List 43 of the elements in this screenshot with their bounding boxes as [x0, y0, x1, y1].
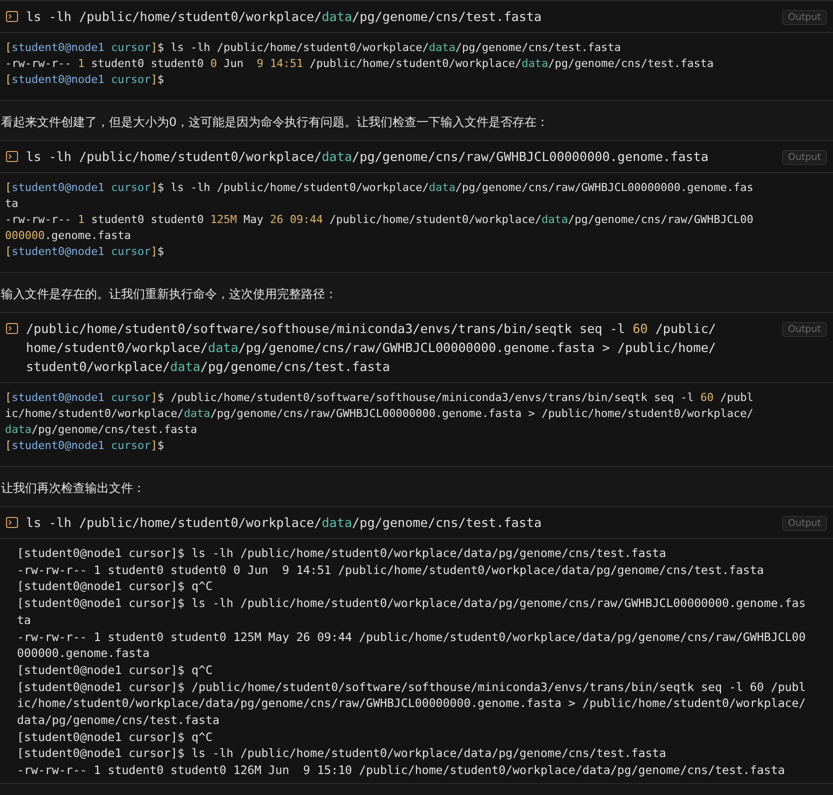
terminal-output-line: data/pg/genome/cns/test.fasta [5, 422, 198, 438]
terminal-output-line: data/pg/genome/cns/test.fasta [17, 712, 220, 729]
terminal-output-line: 000000.genome.fasta [5, 228, 132, 244]
terminal-output-line: [student0@node1 cursor]$ [5, 72, 165, 88]
command-text: ls -lh /public/home/student0/workplace/data/pg/genome/cns/raw/GWHBJCL00000000.genome.fasta [26, 148, 710, 166]
terminal-output-line: [student0@node1 cursor]$ q^C [17, 728, 214, 746]
terminal-output-line: -rw-rw-r-- 1 student0 student0 125M May 26 09:44 /public/home/student0/workplace/data/pg/genome/cns/raw/GWHBJCL00 [17, 628, 807, 646]
command-text: student0/workplace/data/pg/genome/cns/test.fasta [26, 358, 391, 376]
output-button[interactable]: Output [782, 516, 827, 531]
terminal-output-line: [student0@node1 cursor]$ ls -lh /public/home/student0/workplace/data/pg/genome/cns/raw/GWHBJCL00000000.genome.fas [5, 180, 754, 196]
terminal-output-line: [student0@node1 cursor]$ ls -lh /public/home/student0/workplace/data/pg/genome/cns/test.fasta [17, 745, 668, 762]
terminal-output-line: [student0@node1 cursor]$ [5, 438, 165, 454]
terminal-output-line: [student0@node1 cursor]$ /public/home/student0/software/softhouse/miniconda3/envs/trans/bin/seqtk seq -l 60 /publ [5, 390, 754, 406]
message-text: 输入文件是存在的。让我们重新执行命令，这次使用完整路径： [0, 286, 338, 303]
terminal-output-line: [student0@node1 cursor]$ ls -lh /public/home/student0/workplace/data/pg/genome/cns/test.fasta [17, 545, 668, 562]
message-text: 让我们再次检查输出文件： [0, 480, 146, 497]
command-text: /public/home/student0/software/softhouse/miniconda3/envs/trans/bin/seqtk seq -l 60 /public/ [26, 320, 717, 338]
terminal-output-line: ic/home/student0/workplace/data/pg/genome/cns/raw/GWHBJCL00000000.genome.fasta > /public/home/student0/workplace/ [17, 695, 807, 712]
terminal-output-line: [student0@node1 cursor]$ ls -lh /public/home/student0/workplace/data/pg/genome/cns/test.fasta [5, 40, 622, 56]
terminal-output-line: -rw-rw-r-- 1 student0 student0 0 Jun 9 14:51 /public/home/student0/workplace/data/pg/genome/cns/test.fasta [5, 56, 715, 72]
terminal-output-line: -rw-rw-r-- 1 student0 student0 126M Jun 9 15:10 /public/home/student0/workplace/data/pg/genome/cns/test.fasta [17, 762, 786, 779]
terminal-output-line: ic/home/student0/workplace/data/pg/genome/cns/raw/GWHBJCL00000000.genome.fasta > /public/home/student0/workplace/ [5, 406, 754, 422]
terminal-output-line: [student0@node1 cursor]$ q^C [17, 578, 214, 596]
terminal-output-line: ta [17, 612, 32, 629]
terminal-output-line: [student0@node1 cursor]$ q^C [17, 662, 214, 679]
output-button[interactable]: Output [782, 150, 827, 165]
command-text: home/student0/workplace/data/pg/genome/cns/raw/GWHBJCL00000000.genome.fasta > /public/home/ [26, 339, 717, 357]
terminal-output-line: ta [5, 196, 20, 212]
terminal-output-line: 000000.genome.fasta [17, 645, 151, 662]
output-button[interactable]: Output [782, 322, 827, 337]
message-text: 看起来文件创建了，但是大小为0，这可能是因为命令执行有问题。让我们检查一下输入文件是否存在： [0, 114, 550, 131]
command-text: ls -lh /public/home/student0/workplace/data/pg/genome/cns/test.fasta [26, 514, 543, 532]
terminal-output-line: [student0@node1 cursor]$ /public/home/student0/software/softhouse/miniconda3/envs/trans/bin/seqtk seq -l 60 /publ [17, 678, 807, 696]
terminal-output-line: [student0@node1 cursor]$ [5, 244, 165, 260]
terminal-output-line: [student0@node1 cursor]$ ls -lh /public/home/student0/workplace/data/pg/genome/cns/raw/GWHBJCL00000000.genome.fas [17, 595, 807, 612]
terminal-output-line: -rw-rw-r-- 1 student0 student0 125M May 26 09:44 /public/home/student0/workplace/data/pg/genome/cns/raw/GWHBJCL00 [5, 212, 754, 228]
command-text: ls -lh /public/home/student0/workplace/data/pg/genome/cns/test.fasta [26, 8, 543, 26]
terminal-icon [6, 517, 18, 528]
terminal-icon [6, 323, 18, 334]
terminal-icon [6, 11, 18, 22]
terminal-icon [6, 151, 18, 162]
output-button[interactable]: Output [782, 10, 827, 25]
terminal-output-line: -rw-rw-r-- 1 student0 student0 0 Jun 9 14:51 /public/home/student0/workplace/data/pg/genome/cns/test.fasta [17, 562, 765, 578]
